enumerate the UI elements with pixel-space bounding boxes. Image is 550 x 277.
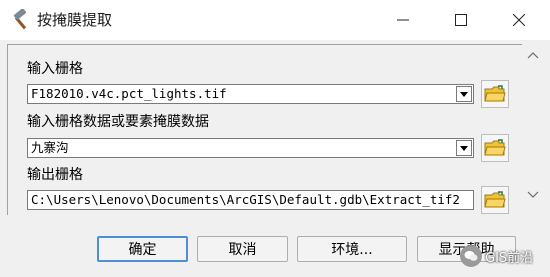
output-raster-value: C:\Users\Lenovo\Documents\ArcGIS\Default…	[31, 192, 460, 207]
parameters-panel: 输入栅格 F182010.v4c.pct_lights.tif 输入栅格数据或要…	[7, 44, 522, 215]
folder-icon	[484, 85, 506, 102]
output-raster-browse-button[interactable]	[481, 186, 509, 214]
minimize-icon	[397, 19, 409, 21]
chevron-down-icon[interactable]	[456, 140, 472, 156]
ok-button[interactable]: 确定	[97, 236, 188, 262]
vertical-scrollbar[interactable]	[522, 44, 544, 214]
close-button[interactable]	[490, 0, 548, 40]
input-raster-label: 输入栅格	[27, 61, 83, 77]
hammer-icon	[10, 8, 32, 31]
output-raster-input[interactable]: C:\Users\Lenovo\Documents\ArcGIS\Default…	[27, 190, 474, 210]
input-raster-value: F182010.v4c.pct_lights.tif	[31, 86, 227, 101]
watermark: GIS前沿	[460, 245, 533, 267]
mask-data-label: 输入栅格数据或要素掩膜数据	[27, 114, 209, 130]
wechat-logo-icon	[460, 245, 482, 267]
input-raster-dropdown[interactable]: F182010.v4c.pct_lights.tif	[27, 84, 474, 104]
chevron-down-icon[interactable]	[456, 86, 472, 102]
minimize-button[interactable]	[374, 0, 432, 40]
scroll-down-icon[interactable]	[527, 191, 539, 198]
maximize-icon	[455, 14, 467, 26]
mask-data-dropdown[interactable]: 九寨沟	[27, 138, 474, 158]
window-title: 按掩膜提取	[37, 11, 113, 29]
close-icon	[513, 14, 525, 26]
input-raster-browse-button[interactable]	[481, 80, 509, 108]
folder-icon	[484, 191, 506, 208]
title-bar: 按掩膜提取	[0, 0, 550, 40]
folder-icon	[484, 139, 506, 156]
watermark-text: GIS前沿	[485, 250, 534, 266]
mask-data-browse-button[interactable]	[481, 134, 509, 162]
maximize-button[interactable]	[432, 0, 490, 40]
mask-data-value: 九寨沟	[31, 140, 69, 155]
dialog-content: 输入栅格 F182010.v4c.pct_lights.tif 输入栅格数据或要…	[0, 40, 550, 277]
output-raster-label: 输出栅格	[27, 167, 83, 183]
environments-button[interactable]: 环境...	[297, 236, 407, 262]
cancel-button[interactable]: 取消	[197, 236, 288, 262]
scroll-up-icon[interactable]	[527, 52, 539, 59]
